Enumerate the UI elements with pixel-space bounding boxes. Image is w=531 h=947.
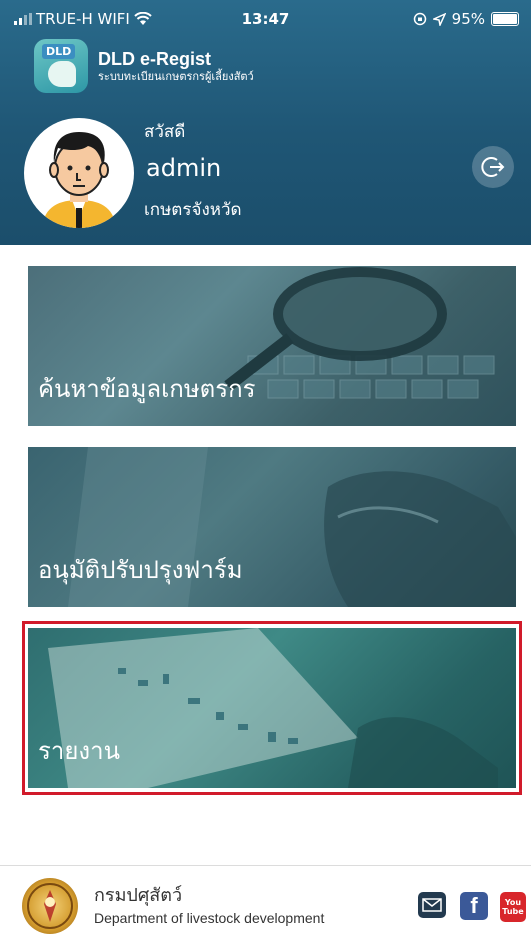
youtube-button[interactable]: You Tube	[500, 892, 526, 922]
app-subtitle: ระบบทะเบียนเกษตรกรผู้เลี้ยงสัตว์	[98, 70, 254, 83]
department-name-th: กรมปศุสัตว์	[94, 885, 183, 906]
mail-icon	[422, 898, 442, 912]
logout-icon	[481, 157, 505, 177]
rotation-lock-icon	[413, 12, 426, 26]
selection-highlight	[22, 621, 522, 795]
app-logo-text: DLD	[42, 44, 76, 59]
department-name-en: Department of livestock development	[94, 910, 325, 926]
app-logo: DLD	[34, 39, 88, 93]
user-name: admin	[146, 154, 222, 182]
avatar	[24, 118, 134, 228]
menu-label-search: ค้นหาข้อมูลเกษตรกร	[38, 375, 256, 403]
youtube-label-top: You	[504, 898, 522, 907]
logout-button[interactable]	[472, 146, 514, 188]
youtube-label-bottom: Tube	[502, 907, 524, 916]
user-panel: สวัสดี admin เกษตรจังหวัด	[24, 110, 514, 230]
department-seal-icon	[22, 878, 78, 934]
email-button[interactable]	[418, 892, 446, 918]
greeting-text: สวัสดี	[144, 122, 186, 142]
app-title: DLD e-Regist	[98, 49, 212, 69]
status-right: 95%	[413, 10, 519, 28]
battery-icon	[491, 12, 519, 26]
animal-icon	[48, 61, 76, 87]
facebook-button[interactable]: f	[460, 892, 488, 920]
status-bar: TRUE-H WIFI 13:47 95%	[0, 0, 531, 34]
user-role: เกษตรจังหวัด	[144, 200, 242, 220]
menu-approve-farm[interactable]: อนุมัติปรับปรุงฟาร์ม	[28, 447, 516, 607]
facebook-icon: f	[470, 893, 478, 918]
menu-search-farmer[interactable]: ค้นหาข้อมูลเกษตรกร	[28, 266, 516, 426]
header: TRUE-H WIFI 13:47 95% DLD DLD e-Regist ร…	[0, 0, 531, 245]
location-icon	[432, 12, 446, 26]
battery-percent: 95%	[451, 10, 485, 28]
menu-label-approve: อนุมัติปรับปรุงฟาร์ม	[38, 556, 243, 584]
app-bar: DLD DLD e-Regist ระบบทะเบียนเกษตรกรผู้เล…	[34, 38, 254, 94]
footer: กรมปศุสัตว์ Department of livestock deve…	[0, 866, 531, 947]
